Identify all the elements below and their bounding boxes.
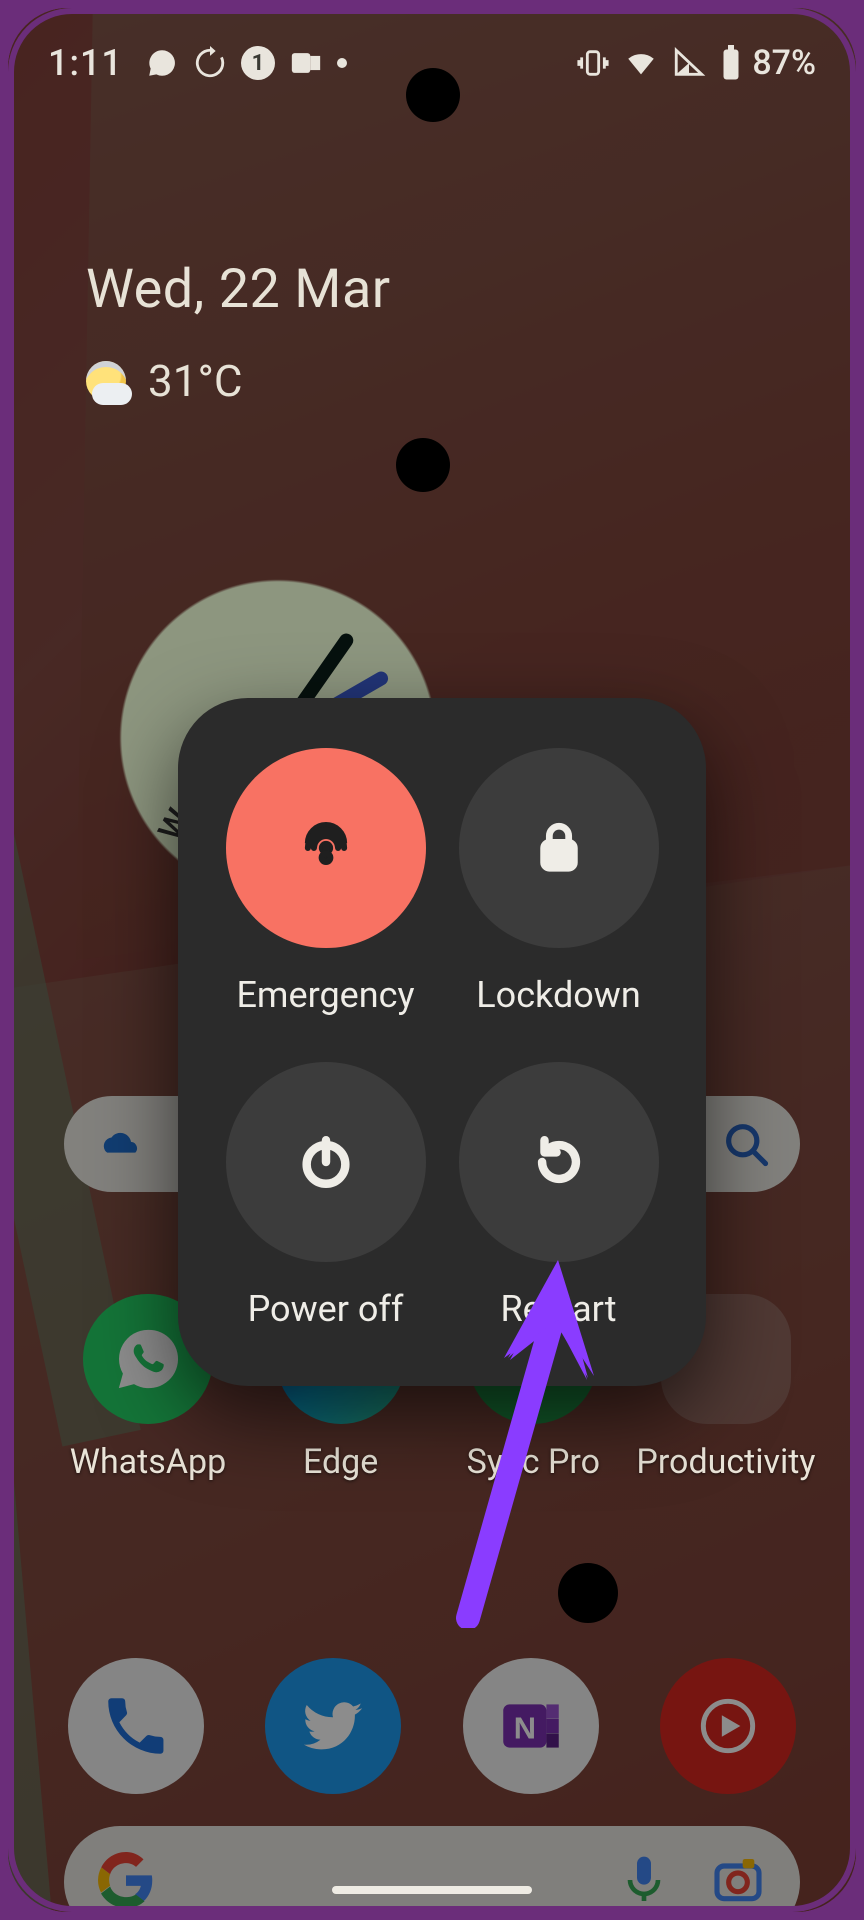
status-time: 1:11: [48, 42, 123, 84]
cell-signal-icon: [672, 46, 706, 80]
power-off-button[interactable]: Power off: [214, 1062, 437, 1330]
phone-screen: Wed, 22 Mar 31°C Wed 22 WhatsApp Ed: [8, 8, 856, 1912]
lockdown-button[interactable]: Lockdown: [447, 748, 670, 1016]
wifi-icon: [624, 46, 658, 80]
weather-sun-icon: [86, 361, 126, 401]
home-indicator[interactable]: [332, 1886, 532, 1894]
more-notifications-icon: [337, 58, 347, 68]
dock: N: [68, 1658, 796, 1794]
search-icon: [720, 1118, 772, 1170]
sync-status-icon: [193, 46, 227, 80]
mic-icon[interactable]: [616, 1852, 672, 1912]
google-search-bar[interactable]: [64, 1826, 800, 1912]
onenote-app[interactable]: N: [463, 1658, 599, 1794]
temperature-text: 31°C: [148, 355, 243, 407]
outlook-icon: [289, 46, 323, 80]
svg-text:N: N: [513, 1710, 535, 1745]
restart-icon: [459, 1062, 659, 1262]
power-menu: Emergency Lockdown Power off Restart: [178, 698, 706, 1386]
vibrate-icon: [576, 46, 610, 80]
status-bar: 1:11 1 87%: [8, 8, 856, 118]
restart-button[interactable]: Restart: [447, 1062, 670, 1330]
at-a-glance-widget[interactable]: Wed, 22 Mar 31°C: [86, 258, 391, 407]
emergency-label: Emergency: [236, 974, 414, 1016]
phone-app[interactable]: [68, 1658, 204, 1794]
battery-percent: 87%: [752, 43, 816, 83]
battery-icon: [720, 45, 742, 81]
youtube-music-app[interactable]: [660, 1658, 796, 1794]
lockdown-label: Lockdown: [476, 974, 640, 1016]
camera-lens-icon[interactable]: [710, 1852, 766, 1912]
power-icon: [226, 1062, 426, 1262]
date-text: Wed, 22 Mar: [86, 258, 391, 321]
chat-bubble-icon: [145, 46, 179, 80]
onedrive-icon: [92, 1118, 144, 1170]
app-label: Productivity: [636, 1442, 815, 1482]
notification-count-badge: 1: [241, 46, 275, 80]
twitter-app[interactable]: [265, 1658, 401, 1794]
lock-icon: [459, 748, 659, 948]
emergency-button[interactable]: Emergency: [214, 748, 437, 1016]
restart-label: Restart: [500, 1288, 616, 1330]
google-logo-icon: [98, 1852, 154, 1912]
app-label: Edge: [303, 1442, 378, 1482]
emergency-icon: [226, 748, 426, 948]
app-label: WhatsApp: [70, 1442, 226, 1482]
power-off-label: Power off: [248, 1288, 404, 1330]
weather-row: 31°C: [86, 355, 391, 407]
app-label: Sync Pro: [467, 1442, 600, 1482]
